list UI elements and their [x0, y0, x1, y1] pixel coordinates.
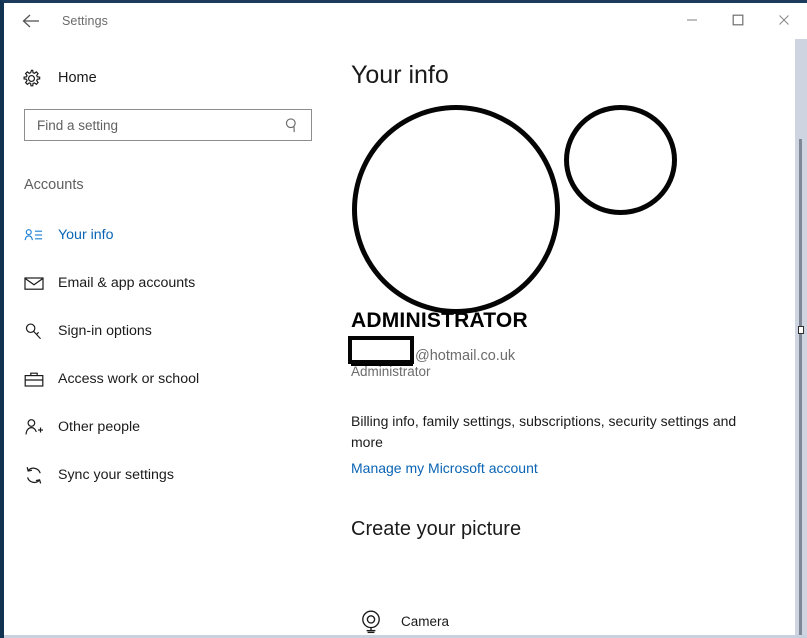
sidebar-item-home[interactable]: Home — [22, 61, 162, 95]
title-bar: Settings — [4, 3, 807, 39]
email-redaction-block — [351, 342, 413, 366]
sidebar-item-email-app-accounts[interactable]: Email & app accounts — [4, 259, 334, 307]
create-picture-heading: Create your picture — [351, 518, 522, 540]
add-person-icon — [24, 418, 54, 436]
sync-icon — [24, 466, 54, 485]
user-email: @hotmail.co.uk — [351, 342, 515, 366]
vertical-scrollbar-fill — [799, 139, 802, 638]
sidebar-section-label: Accounts — [24, 177, 84, 193]
sidebar-item-label: Sync your settings — [58, 467, 174, 483]
sidebar-item-access-work-or-school[interactable]: Access work or school — [4, 355, 334, 403]
main-content: Your info ADMINISTRATOR @hotmail.co.uk A… — [334, 39, 799, 638]
vertical-scrollbar-thumb[interactable] — [798, 326, 804, 334]
minimize-button[interactable] — [669, 3, 715, 36]
home-label: Home — [58, 70, 97, 86]
sidebar-item-sign-in-options[interactable]: Sign-in options — [4, 307, 334, 355]
sidebar-item-other-people[interactable]: Other people — [4, 403, 334, 451]
picture-option-label: Camera — [401, 613, 450, 629]
billing-description: Billing info, family settings, subscript… — [351, 413, 737, 450]
gear-icon — [22, 69, 52, 88]
briefcase-icon — [24, 371, 54, 388]
close-icon — [778, 14, 790, 26]
sidebar: Home Accounts — [4, 39, 334, 638]
sidebar-item-your-info[interactable]: Your info — [4, 211, 334, 259]
maximize-icon — [732, 14, 744, 26]
avatar-area — [334, 90, 799, 335]
window-title: Settings — [62, 14, 108, 28]
sidebar-item-label: Other people — [58, 419, 141, 435]
window-controls — [669, 3, 807, 36]
sidebar-nav: Your info Email & app accounts Sign-in o… — [4, 211, 334, 499]
close-button[interactable] — [761, 3, 807, 36]
maximize-button[interactable] — [715, 3, 761, 36]
sidebar-item-label: Email & app accounts — [58, 275, 196, 291]
vertical-scrollbar-track[interactable] — [795, 39, 807, 638]
manage-microsoft-account-link[interactable]: Manage my Microsoft account — [351, 460, 538, 476]
back-button[interactable] — [14, 6, 48, 36]
envelope-icon — [24, 275, 54, 291]
sidebar-item-label: Sign-in options — [58, 323, 152, 339]
key-icon — [24, 322, 54, 341]
email-domain: @hotmail.co.uk — [415, 348, 516, 364]
sidebar-item-label: Access work or school — [58, 371, 200, 387]
sidebar-item-label: Your info — [58, 227, 114, 243]
user-display-name: ADMINISTRATOR — [351, 309, 528, 332]
minimize-icon — [686, 14, 698, 26]
search-input[interactable] — [25, 111, 277, 139]
search-icon — [284, 117, 301, 139]
page-title: Your info — [351, 61, 449, 89]
settings-window: Settings Home Find a setting Accounts Yo… — [0, 0, 807, 638]
user-role: Administrator — [351, 364, 431, 379]
back-arrow-icon — [21, 13, 41, 29]
user-card-icon — [24, 227, 54, 243]
picture-option-camera[interactable]: Camera — [351, 601, 449, 638]
search-box[interactable] — [24, 109, 312, 141]
webcam-icon — [351, 607, 391, 635]
sidebar-item-sync-your-settings[interactable]: Sync your settings — [4, 451, 334, 499]
